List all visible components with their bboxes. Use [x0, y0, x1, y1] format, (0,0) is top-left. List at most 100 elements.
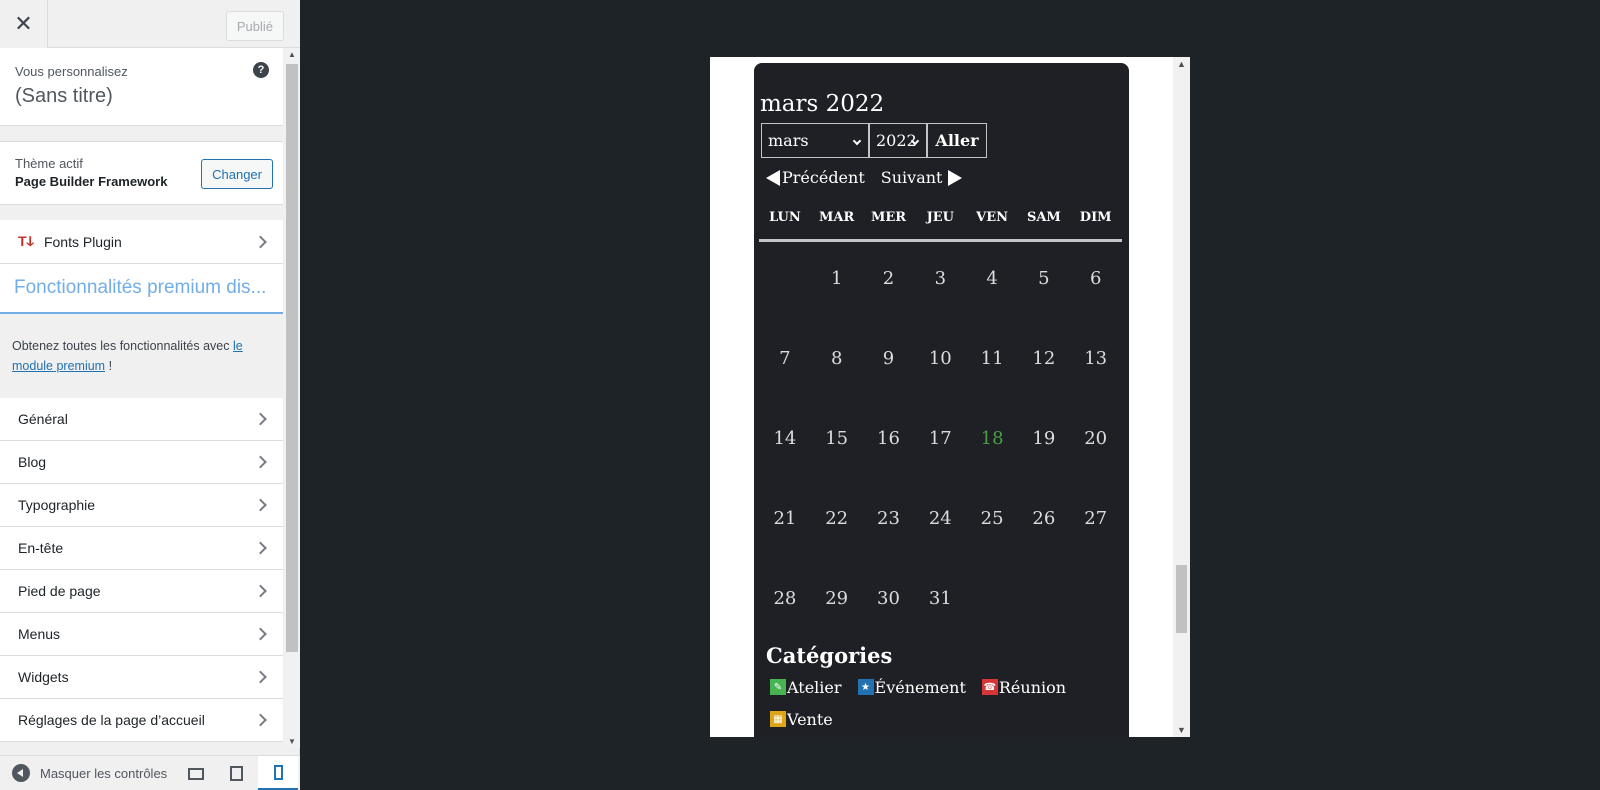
calendar-day[interactable]: 19	[1018, 398, 1070, 478]
calendar-day[interactable]: 7	[759, 318, 811, 398]
section-item[interactable]: En-tête	[0, 527, 283, 570]
calendar-day[interactable]: 9	[863, 318, 915, 398]
calendar-day[interactable]: 6	[1070, 238, 1122, 318]
section-list: Général Blog Typographie En-tête Pied de pag…	[0, 398, 283, 742]
section-item-label: Pied de page	[18, 583, 101, 599]
section-fonts-plugin[interactable]: Tↆ Fonts Plugin	[0, 220, 283, 264]
desktop-icon	[188, 767, 204, 780]
calendar-day[interactable]: 1	[811, 238, 863, 318]
calendar-day[interactable]: 22	[811, 478, 863, 558]
customizer-sidebar: ✕ Publié Vous personnalisez (Sans titre)…	[0, 0, 300, 790]
category-item[interactable]: ★ Événement	[857, 671, 966, 703]
section-item-label: En-tête	[18, 540, 64, 556]
calendar-day[interactable]: 21	[759, 478, 811, 558]
calendar-day[interactable]: 8	[811, 318, 863, 398]
customizer-footer: Masquer les contrôles	[0, 755, 300, 790]
next-month-link[interactable]: Suivant	[881, 168, 963, 187]
preview-scroll-thumb[interactable]	[1176, 565, 1187, 633]
preview-mobile-button[interactable]	[258, 756, 298, 790]
publish-button[interactable]: Publié	[225, 11, 284, 41]
category-item[interactable]: ▦ Vente	[770, 703, 833, 735]
scroll-up-icon[interactable]: ▲	[288, 50, 296, 59]
section-item[interactable]: Pied de page	[0, 570, 283, 613]
category-icon: ✎	[770, 679, 786, 695]
category-item[interactable]: ☎ Réunion	[981, 671, 1067, 703]
scroll-up-icon[interactable]: ▲	[1177, 59, 1186, 69]
preview-scrollbar[interactable]: ▲ ▼	[1173, 57, 1190, 737]
category-item[interactable]: ✎ Atelier	[770, 671, 842, 703]
calendar-day[interactable]: 3	[914, 238, 966, 318]
calendar-day[interactable]: 27	[1070, 478, 1122, 558]
weekday-label: VEN	[976, 210, 1009, 225]
calendar-day[interactable]: 17	[914, 398, 966, 478]
calendar-day[interactable]: 10	[914, 318, 966, 398]
triangle-right-icon	[948, 169, 963, 186]
calendar-day[interactable]: 18	[966, 398, 1018, 478]
section-item-label: Général	[18, 411, 68, 427]
calendar-day[interactable]: 11	[966, 318, 1018, 398]
calendar-day[interactable]: 24	[914, 478, 966, 558]
calendar-day[interactable]: 2	[863, 238, 915, 318]
section-item[interactable]: Widgets	[0, 656, 283, 699]
category-label: Événement	[874, 677, 966, 697]
calendar-day-empty	[1070, 558, 1122, 638]
category-icon: ☎	[981, 679, 998, 695]
previous-month-link[interactable]: Précédent	[766, 168, 865, 187]
section-item[interactable]: Général	[0, 398, 283, 441]
tablet-icon	[229, 766, 243, 781]
calendar-day[interactable]: 20	[1070, 398, 1122, 478]
calendar-day[interactable]: 30	[863, 558, 915, 638]
year-select[interactable]: 2022	[869, 123, 927, 158]
section-item-label: Widgets	[18, 669, 69, 685]
chevron-right-icon	[254, 412, 267, 426]
month-select[interactable]: mars	[761, 123, 869, 158]
section-item[interactable]: Réglages de la page d’accueil	[0, 699, 283, 742]
collapse-sidebar-button[interactable]: Masquer les contrôles	[12, 764, 167, 782]
preview-desktop-button[interactable]	[176, 756, 216, 790]
sidebar-scroll-thumb[interactable]	[286, 64, 298, 652]
scroll-down-icon[interactable]: ▼	[1177, 725, 1186, 735]
chevron-right-icon	[254, 713, 267, 727]
calendar-day-empty	[759, 238, 811, 318]
calendar-day[interactable]: 15	[811, 398, 863, 478]
fonts-plugin-label: Fonts Plugin	[43, 233, 122, 250]
calendar-day[interactable]: 4	[966, 238, 1018, 318]
calendar-title: mars 2022	[760, 91, 885, 117]
calendar-day[interactable]: 12	[1018, 318, 1070, 398]
calendar-day[interactable]: 16	[863, 398, 915, 478]
calendar-day[interactable]: 26	[1018, 478, 1070, 558]
section-item-label: Typographie	[18, 497, 96, 513]
section-item[interactable]: Menus	[0, 613, 283, 656]
help-icon[interactable]: ?	[253, 62, 269, 78]
sidebar-scrollbar[interactable]: ▲ ▼	[284, 48, 300, 748]
customize-info: Vous personnalisez (Sans titre) ?	[0, 48, 283, 126]
calendar-day[interactable]: 14	[759, 398, 811, 478]
chevron-right-icon	[254, 498, 267, 512]
premium-description: Obtenez toutes les fonctionnalités avec …	[0, 314, 283, 398]
calendar-day[interactable]: 23	[863, 478, 915, 558]
calendar-day[interactable]: 25	[966, 478, 1018, 558]
calendar-day[interactable]: 31	[914, 558, 966, 638]
section-item-label: Blog	[18, 454, 47, 470]
section-item[interactable]: Blog	[0, 441, 283, 484]
triangle-left-icon	[766, 169, 780, 186]
go-button[interactable]: Aller	[927, 123, 987, 158]
mobile-preview-frame: mars 2022 mars 2022 Aller Précédent Suiv…	[710, 57, 1190, 737]
section-item[interactable]: Typographie	[0, 484, 283, 527]
calendar-day[interactable]: 28	[759, 558, 811, 638]
calendar-day[interactable]: 13	[1070, 318, 1122, 398]
close-customizer-button[interactable]: ✕	[0, 0, 48, 48]
chevron-down-icon	[852, 136, 862, 146]
weekday-label: MAR	[819, 210, 855, 225]
month-value: mars	[768, 131, 809, 150]
scroll-down-icon[interactable]: ▼	[288, 737, 296, 746]
smartphone-icon	[273, 764, 283, 780]
calendar-day[interactable]: 5	[1018, 238, 1070, 318]
calendar-grid: 1 2 3 4 5 6 7 8 9 10 11 12 13 14 15 16 17 18 19 20 21 22 23 24 2…	[759, 238, 1122, 638]
category-label: Atelier	[787, 677, 842, 697]
calendar-day[interactable]: 29	[811, 558, 863, 638]
category-label: Réunion	[998, 677, 1067, 697]
preview-tablet-button[interactable]	[216, 756, 256, 790]
change-theme-button[interactable]: Changer	[201, 159, 273, 189]
site-title: (Sans titre)	[15, 85, 113, 107]
